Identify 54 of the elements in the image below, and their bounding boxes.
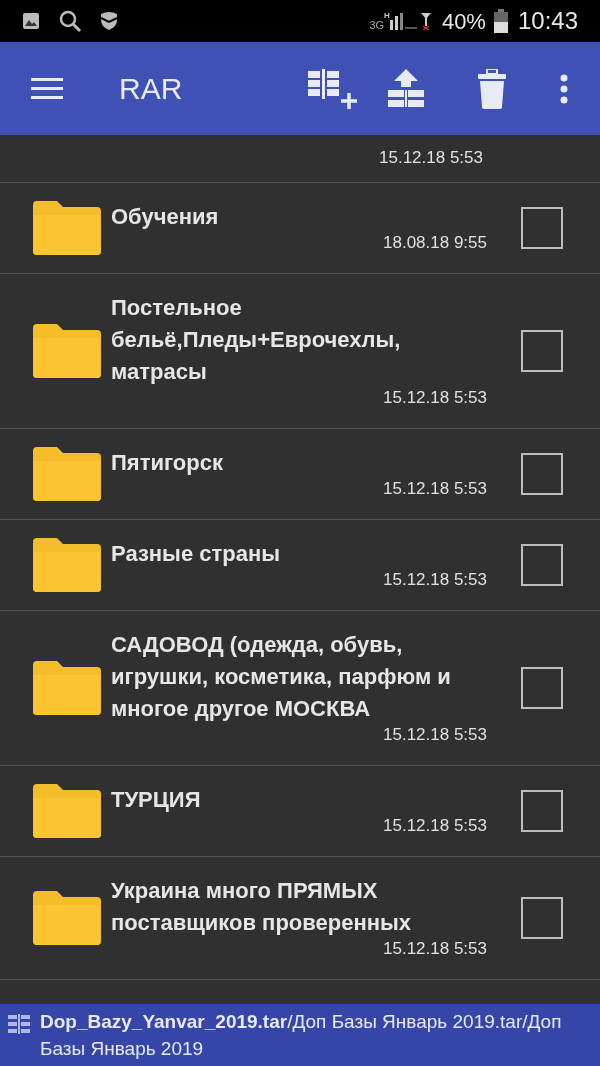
network-type-label: H bbox=[384, 10, 390, 22]
folder-icon bbox=[33, 447, 101, 501]
folder-row[interactable]: Постельное бельё,Пледы+Еврочехлы, матрасы 15.12.18 5:53 bbox=[0, 274, 600, 429]
folder-name: Пятигорск bbox=[111, 449, 224, 477]
checkbox[interactable] bbox=[521, 897, 563, 939]
folder-icon bbox=[33, 324, 101, 378]
menu-icon bbox=[31, 77, 63, 100]
checkbox[interactable] bbox=[521, 667, 563, 709]
extract-icon bbox=[386, 68, 426, 109]
archive-path: Dop_Bazy_Yanvar_2019.tar/Доп Базы Январь 2019.tar/Доп Базы Январь 2019 bbox=[40, 1010, 563, 1061]
clock: 10:43 bbox=[517, 6, 578, 36]
app-title: RAR bbox=[119, 71, 183, 107]
modified-date: 15.12.18 5:53 bbox=[383, 570, 487, 590]
folder-name: ТУРЦИЯ bbox=[111, 786, 202, 814]
modified-date: 15.12.18 5:53 bbox=[383, 816, 487, 836]
add-to-archive-icon bbox=[308, 68, 360, 109]
modified-date: 18.08.18 9:55 bbox=[383, 233, 487, 253]
folder-row[interactable]: Украина много ПРЯМЫХ поставщиков проверенных 15.12.18 5:53 bbox=[0, 857, 600, 980]
antenna-icon bbox=[419, 12, 432, 30]
network-label: 3G bbox=[369, 18, 385, 33]
folder-name: Постельное бельё,Пледы+Еврочехлы, матрасы bbox=[111, 294, 402, 386]
folder-name: Обучения bbox=[111, 203, 220, 231]
folder-icon bbox=[33, 201, 101, 255]
battery-icon bbox=[493, 9, 508, 33]
checkbox[interactable] bbox=[521, 790, 563, 832]
folder-row[interactable]: Разные страны 15.12.18 5:53 bbox=[0, 520, 600, 611]
folder-icon bbox=[33, 784, 101, 838]
trash-icon bbox=[477, 68, 507, 109]
folder-name: САДОВОД (одежда, обувь, игрушки, косметика, парфюм и многое другое МОСКВА bbox=[111, 631, 452, 723]
battery-percent: 40% bbox=[441, 7, 486, 36]
checkbox[interactable] bbox=[521, 330, 563, 372]
modified-date: 15.12.18 5:53 bbox=[383, 479, 487, 499]
modified-date: 15.12.18 5:53 bbox=[379, 148, 483, 168]
folder-row[interactable]: САДОВОД (одежда, обувь, игрушки, косметика, парфюм и многое другое МОСКВА 15.12.18 5:53 bbox=[0, 611, 600, 766]
modified-date: 15.12.18 5:53 bbox=[383, 388, 487, 408]
checkbox[interactable] bbox=[521, 544, 563, 586]
folder-row[interactable]: ТУРЦИЯ 15.12.18 5:53 bbox=[0, 766, 600, 857]
more-options-icon bbox=[560, 73, 568, 104]
checkbox[interactable] bbox=[521, 207, 563, 249]
folder-icon bbox=[33, 661, 101, 715]
search-icon bbox=[58, 9, 82, 33]
folder-icon bbox=[33, 891, 101, 945]
checkbox[interactable] bbox=[521, 453, 563, 495]
folder-name: Разные страны bbox=[111, 540, 281, 568]
archive-icon bbox=[8, 1014, 30, 1034]
modified-date: 15.12.18 5:53 bbox=[383, 939, 487, 959]
modified-date: 15.12.18 5:53 bbox=[383, 725, 487, 745]
image-icon bbox=[22, 12, 40, 30]
folder-row[interactable]: Пятигорск 15.12.18 5:53 bbox=[0, 429, 600, 520]
folder-icon bbox=[33, 538, 101, 592]
signal-icon bbox=[389, 12, 418, 30]
folder-name: Украина много ПРЯМЫХ поставщиков проверенных bbox=[111, 877, 412, 937]
shield-icon bbox=[100, 11, 118, 31]
folder-row[interactable]: Обучения 18.08.18 9:55 bbox=[0, 183, 600, 274]
